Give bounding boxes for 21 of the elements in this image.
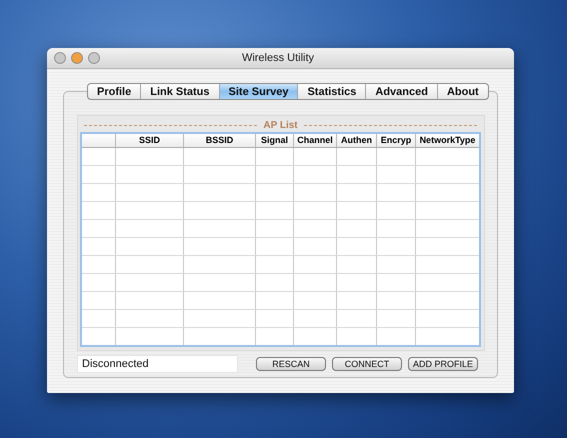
action-button[interactable]: RESCAN xyxy=(256,357,326,371)
zoom-icon[interactable] xyxy=(88,52,100,64)
column-header[interactable]: Channel xyxy=(293,134,336,147)
column-header[interactable]: NetworkType xyxy=(415,134,479,147)
tab[interactable]: Site Survey xyxy=(218,84,298,99)
tab[interactable]: Profile xyxy=(88,84,140,99)
column-header[interactable]: BSSID xyxy=(183,134,255,147)
minimize-icon[interactable] xyxy=(71,52,83,64)
tab[interactable]: About xyxy=(436,84,488,99)
tab[interactable]: Advanced xyxy=(365,84,437,99)
action-button[interactable]: CONNECT xyxy=(332,357,402,371)
close-icon[interactable] xyxy=(54,52,66,64)
tab[interactable]: Statistics xyxy=(297,84,366,99)
column-header[interactable]: Encryp xyxy=(376,134,415,147)
action-button[interactable]: ADD PROFILE xyxy=(408,357,478,371)
status-field[interactable]: Disconnected xyxy=(77,355,238,373)
window-title: Wireless Utility xyxy=(240,52,316,64)
column-header[interactable]: Signal xyxy=(255,134,293,147)
column-header[interactable]: Authen xyxy=(336,134,376,147)
column-header[interactable]: SSID xyxy=(115,134,183,147)
panel-title: AP List xyxy=(263,120,298,130)
